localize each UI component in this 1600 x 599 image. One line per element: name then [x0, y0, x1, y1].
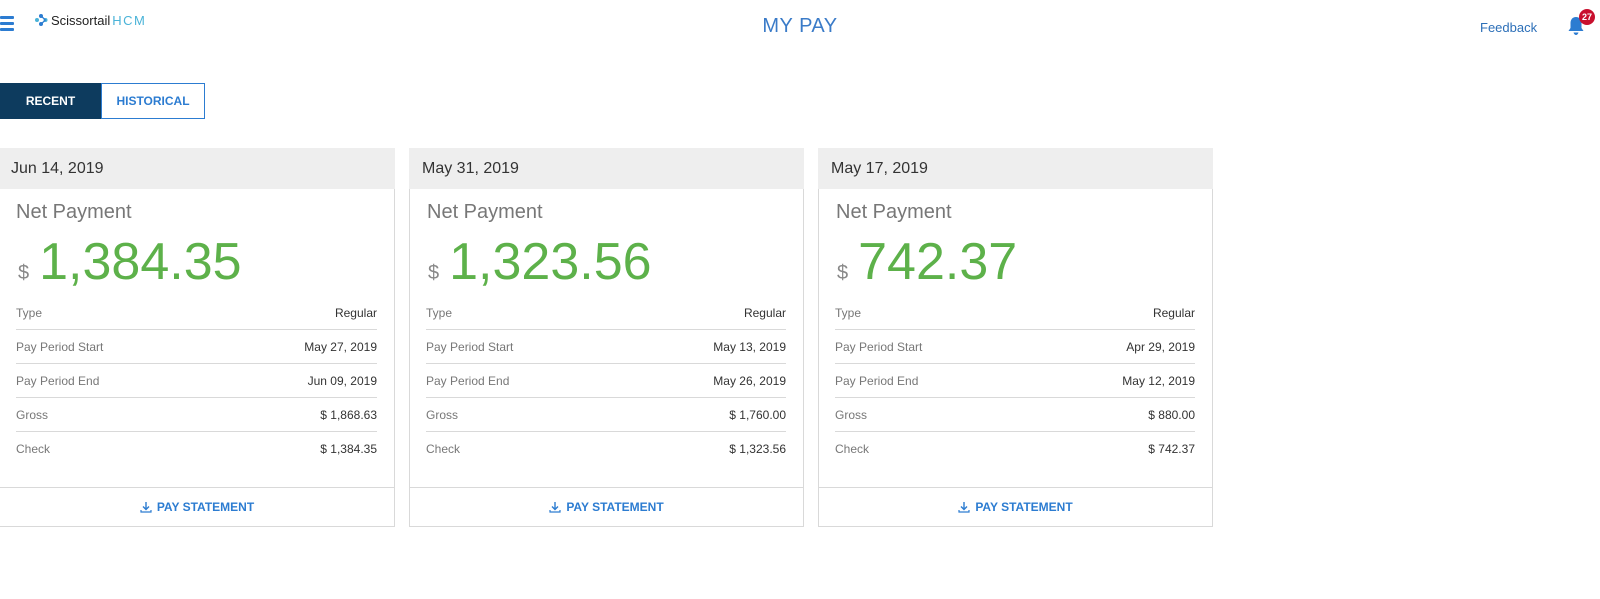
top-bar: Scissortail HCM MY PAY Feedback 27	[0, 0, 1600, 60]
detail-row-period-end: Pay Period End May 26, 2019	[426, 364, 786, 398]
detail-row-period-start: Pay Period Start May 27, 2019	[16, 330, 377, 364]
detail-label: Check	[16, 441, 51, 456]
notification-badge: 27	[1579, 9, 1595, 25]
detail-label: Pay Period Start	[426, 339, 514, 354]
detail-row-gross: Gross $ 1,760.00	[426, 398, 786, 432]
detail-value: $ 1,384.35	[320, 441, 377, 456]
detail-value: May 26, 2019	[713, 373, 786, 388]
detail-label: Type	[16, 305, 43, 320]
detail-value: May 27, 2019	[304, 339, 377, 354]
currency-symbol: $	[428, 262, 440, 284]
pay-details: Type Regular Pay Period Start May 27, 2019…	[16, 296, 377, 465]
pay-statement-label: PAY STATEMENT	[566, 500, 664, 514]
download-icon	[958, 502, 970, 513]
pay-card: Jun 14, 2019 Net Payment $ 1,384.35 Type…	[0, 148, 395, 527]
pay-details: Type Regular Pay Period Start May 13, 2019…	[426, 296, 786, 465]
download-icon	[140, 502, 152, 513]
detail-label: Pay Period End	[835, 373, 919, 388]
net-amount-value: 742.37	[858, 233, 1018, 291]
detail-row-period-end: Pay Period End Jun 09, 2019	[16, 364, 377, 398]
detail-row-type: Type Regular	[16, 296, 377, 330]
net-amount-value: 1,384.35	[39, 233, 242, 291]
pay-statement-button[interactable]: PAY STATEMENT	[819, 487, 1212, 526]
detail-label: Pay Period Start	[16, 339, 104, 354]
detail-label: Pay Period End	[16, 373, 100, 388]
detail-row-period-start: Pay Period Start May 13, 2019	[426, 330, 786, 364]
net-amount-value: 1,323.56	[449, 233, 652, 291]
detail-row-gross: Gross $ 880.00	[835, 398, 1195, 432]
detail-value: Regular	[334, 305, 377, 320]
detail-value: Regular	[1152, 305, 1195, 320]
pay-date: Jun 14, 2019	[0, 148, 395, 189]
pay-card: May 31, 2019 Net Payment $ 1,323.56 Type…	[409, 148, 804, 527]
pay-statement-button[interactable]: PAY STATEMENT	[0, 487, 394, 526]
detail-value: $ 1,760.00	[729, 407, 786, 422]
detail-label: Check	[426, 441, 461, 456]
detail-row-check: Check $ 1,384.35	[16, 432, 377, 465]
pay-statement-label: PAY STATEMENT	[156, 500, 255, 514]
detail-value: $ 1,868.63	[320, 407, 377, 422]
detail-value: May 12, 2019	[1122, 373, 1195, 388]
pay-details: Type Regular Pay Period Start Apr 29, 2019…	[835, 296, 1195, 465]
detail-row-gross: Gross $ 1,868.63	[16, 398, 377, 432]
detail-row-check: Check $ 742.37	[835, 432, 1195, 465]
detail-value: Apr 29, 2019	[1126, 339, 1195, 354]
pay-date: May 31, 2019	[409, 148, 804, 189]
pay-statement-button[interactable]: PAY STATEMENT	[410, 487, 803, 526]
detail-value: $ 880.00	[1148, 407, 1195, 422]
download-icon	[549, 502, 561, 513]
detail-label: Pay Period End	[426, 373, 510, 388]
currency-symbol: $	[837, 262, 849, 284]
detail-value: Regular	[743, 305, 786, 320]
detail-row-check: Check $ 1,323.56	[426, 432, 786, 465]
net-payment-label: Net Payment	[836, 201, 952, 223]
pay-tabs: RECENT HISTORICAL	[0, 83, 205, 119]
detail-row-type: Type Regular	[835, 296, 1195, 330]
net-payment-label: Net Payment	[427, 201, 543, 223]
detail-value: $ 742.37	[1148, 441, 1195, 456]
pay-statement-label: PAY STATEMENT	[975, 500, 1073, 514]
net-payment-label: Net Payment	[16, 201, 132, 223]
pay-cards: Jun 14, 2019 Net Payment $ 1,384.35 Type…	[0, 148, 1227, 527]
detail-value: May 13, 2019	[713, 339, 786, 354]
tab-historical[interactable]: HISTORICAL	[101, 83, 205, 119]
detail-label: Check	[835, 441, 870, 456]
tab-recent[interactable]: RECENT	[0, 83, 101, 119]
detail-row-period-start: Pay Period Start Apr 29, 2019	[835, 330, 1195, 364]
detail-label: Type	[426, 305, 453, 320]
feedback-link[interactable]: Feedback	[1480, 20, 1537, 35]
net-payment-amount: $ 1,323.56	[428, 232, 652, 292]
detail-value: $ 1,323.56	[729, 441, 786, 456]
detail-label: Gross	[835, 407, 868, 422]
page-title: MY PAY	[762, 15, 838, 37]
detail-label: Gross	[16, 407, 49, 422]
detail-value: Jun 09, 2019	[307, 373, 377, 388]
detail-label: Gross	[426, 407, 459, 422]
pay-date: May 17, 2019	[818, 148, 1213, 189]
detail-label: Type	[835, 305, 862, 320]
net-payment-amount: $ 1,384.35	[18, 232, 242, 292]
detail-row-type: Type Regular	[426, 296, 786, 330]
net-payment-amount: $ 742.37	[837, 232, 1017, 292]
detail-row-period-end: Pay Period End May 12, 2019	[835, 364, 1195, 398]
pay-card: May 17, 2019 Net Payment $ 742.37 Type Re…	[818, 148, 1213, 527]
currency-symbol: $	[18, 262, 30, 284]
detail-label: Pay Period Start	[835, 339, 923, 354]
